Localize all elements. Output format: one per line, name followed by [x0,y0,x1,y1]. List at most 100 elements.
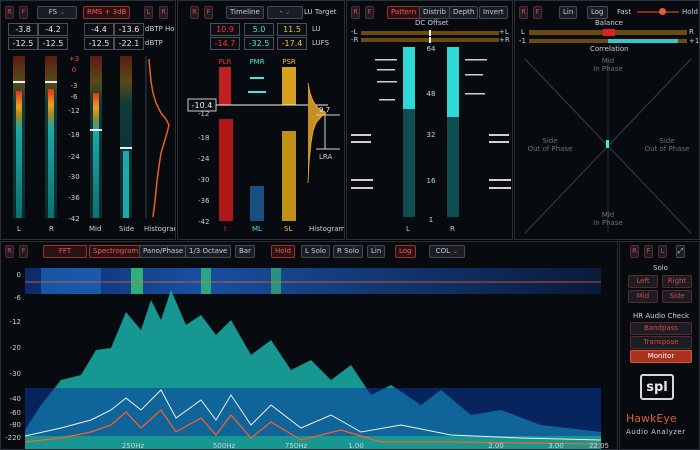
label-histogram: Histogram [309,225,345,233]
meter-side-bar [123,151,129,218]
bit-pattern-panel: R F Pattern Distrib Depth Invert DC Offs… [346,0,513,240]
spectrogram-lower [25,388,601,436]
side-panel: R F L ⤢ Solo Left Right Mid Side HR Audi… [619,241,700,450]
scale-label: -30 [198,176,209,184]
scale-mode-select[interactable]: FS ⌄ [37,6,77,19]
peak-marker-side [120,147,132,149]
spectrogram-button[interactable]: Spectrogram [89,245,143,258]
reset-button[interactable]: R [351,6,360,19]
solo-right-button[interactable]: Right [662,275,692,288]
peak-hold-r: -4.2 [38,23,68,36]
y-label: -30 [10,370,21,378]
freeze-button[interactable]: F [533,6,542,19]
stripe [351,187,373,189]
spectrogram-hot [131,268,143,294]
solo-side-button[interactable]: Side [662,290,692,303]
bar-button[interactable]: Bar [235,245,255,258]
scale-label: -24 [198,155,210,163]
log-button[interactable]: Log [395,245,416,258]
bit-column-r-active [447,47,459,117]
third-octave-button[interactable]: 1/3 Octave [185,245,232,258]
left-button[interactable]: L [658,245,667,258]
color-select[interactable]: COL ⌄ [429,245,465,258]
y-label: -12 [10,318,21,326]
y-label: -40 [10,395,21,403]
fft-button[interactable]: FFT [43,245,87,258]
spl-logo: spl [640,374,674,400]
scale-label: -6 [71,93,79,101]
solo-left-button[interactable]: Left [628,275,658,288]
peak-hold-l: -3.8 [8,23,38,36]
freeze-button[interactable]: F [204,6,213,19]
pmr-lu-value: 5.0 [244,23,274,36]
i-bar [219,119,233,221]
reset-button[interactable]: R [5,245,14,258]
right-channel-button[interactable]: R [159,6,168,19]
reset-button[interactable]: R [190,6,199,19]
pattern-button[interactable]: Pattern [387,6,421,19]
stripe [489,187,511,189]
lu-target-select[interactable]: - ⌄ [267,6,303,19]
r-solo-button[interactable]: R Solo [333,245,364,258]
log-button[interactable]: Log [587,6,608,19]
lin-button[interactable]: Lin [559,6,578,19]
stripe [375,59,397,61]
scale-mode-label: FS [48,8,58,16]
peak-marker-r [45,81,57,83]
left-channel-button[interactable]: L [144,6,153,19]
freeze-button[interactable]: F [644,245,653,258]
y-label: -220 [5,434,21,442]
freeze-button[interactable]: F [19,245,28,258]
plr-lu-value: 10.9 [210,23,240,36]
label-ml: ML [252,225,262,233]
hold-button[interactable]: Hold [271,245,295,258]
psr-lu-value: 11.5 [277,23,307,36]
lu-unit: LU [312,25,321,33]
label-side: Side [119,225,135,233]
speed-slider-thumb[interactable] [659,8,666,15]
product-subtitle: Audio Analyzer [626,428,686,436]
product-name: HawkEye [626,412,677,425]
scale-label: -18 [198,134,209,142]
bottom-label-1: Mid [602,211,614,219]
x-label: 500Hz [213,442,236,450]
l-solo-button[interactable]: L Solo [301,245,331,258]
bandpass-button[interactable]: Bandpass [630,322,692,335]
solo-mid-button[interactable]: Mid [628,290,658,303]
timeline-button[interactable]: Timeline [226,6,264,19]
scale-label: -24 [68,153,80,161]
label-l: L [406,225,410,233]
label-i: I [224,225,227,233]
psr-lufs-value: -17.4 [277,37,307,50]
invert-button[interactable]: Invert [479,6,508,19]
spectrogram-hot [201,268,211,294]
dc-indicator-r [429,37,431,43]
reset-button[interactable]: R [5,6,14,19]
distrib-button[interactable]: Distrib [419,6,450,19]
monitor-button[interactable]: Monitor [630,350,692,363]
lin-button[interactable]: Lin [367,245,386,258]
transpose-button[interactable]: Transpose [630,336,692,349]
pano-phase-button[interactable]: Pano/Phase [139,245,188,258]
freeze-button[interactable]: F [19,6,28,19]
x-label: 1.00 [348,442,364,450]
right-label-2: Out of Phase [645,145,690,153]
expand-icon[interactable]: ⤢ [676,245,685,258]
speed-slider[interactable] [637,8,679,15]
reset-button[interactable]: R [519,6,528,19]
rms-mode-button[interactable]: RMS + 3dB [83,6,131,19]
scale-label: -3 [71,82,78,90]
dc-indicator-l [429,30,431,36]
meter-l-bar [16,91,22,218]
pmr-marker [250,77,264,79]
left-label-2: Out of Phase [528,145,573,153]
depth-button[interactable]: Depth [449,6,479,19]
scale-label: 1 [429,216,433,224]
top-label-1: Mid [602,57,614,65]
x-label: 2.00 [488,442,504,450]
bit-pattern-display: 64 48 32 16 1 [351,30,511,224]
freeze-button[interactable]: F [365,6,374,19]
stripe [377,69,395,71]
meter-r-bar [48,89,54,218]
reset-button[interactable]: R [630,245,639,258]
